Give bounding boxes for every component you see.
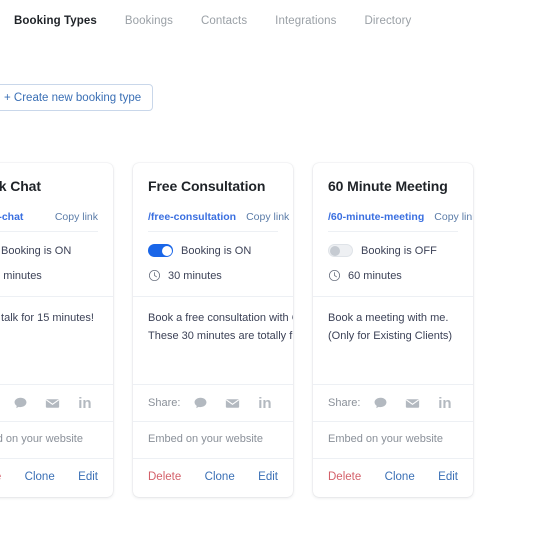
toggle-knob bbox=[330, 245, 340, 256]
embed-on-website-link[interactable]: Embed on your website bbox=[0, 422, 113, 458]
card-slug-row: /quick-chat Copy link bbox=[0, 211, 98, 232]
copy-link-button[interactable]: Copy link bbox=[55, 211, 98, 223]
facebook-icon[interactable]: f bbox=[288, 395, 293, 412]
card-description: Let us talk for 15 minutes! bbox=[0, 312, 94, 324]
card-description-line: (Only for Existing Clients) bbox=[328, 329, 453, 342]
card-description-line: Book a free consultation with Gaurav Tiw… bbox=[148, 312, 293, 324]
create-new-booking-type-button[interactable]: + Create new booking type bbox=[0, 84, 154, 111]
edit-button[interactable]: Edit bbox=[258, 471, 278, 483]
card-description: Book a free consultation with Gaurav Tiw… bbox=[133, 297, 293, 384]
chat-bubble-icon[interactable] bbox=[192, 395, 209, 412]
duration-row: 60 minutes bbox=[328, 269, 458, 296]
copy-link-button[interactable]: Copy link bbox=[246, 211, 289, 223]
duration-label: 15 minutes bbox=[0, 269, 42, 282]
duration-label: 30 minutes bbox=[168, 269, 222, 282]
embed-on-website-link[interactable]: Embed on your website bbox=[133, 422, 293, 458]
delete-button[interactable]: Delete bbox=[148, 471, 181, 483]
chat-bubble-icon[interactable] bbox=[12, 395, 29, 412]
tab-bookings[interactable]: Bookings bbox=[125, 15, 173, 27]
booking-enabled-toggle[interactable] bbox=[328, 244, 353, 257]
facebook-icon[interactable]: f bbox=[468, 395, 473, 412]
tab-integrations[interactable]: Integrations bbox=[275, 15, 336, 27]
booking-slug-link[interactable]: /free-consultation bbox=[148, 211, 236, 223]
card-slug-row: /60-minute-meeting Copy link bbox=[328, 211, 473, 232]
duration-row: 30 minutes bbox=[148, 269, 278, 296]
card-description-line: Book a meeting with me. bbox=[328, 312, 449, 324]
tab-booking-types[interactable]: Booking Types bbox=[14, 15, 97, 27]
booking-toggle-row: Booking is ON bbox=[148, 244, 278, 257]
chat-bubble-icon[interactable] bbox=[372, 395, 389, 412]
booking-type-card: 60 Minute Meeting /60-minute-meeting Cop… bbox=[313, 163, 473, 497]
clone-button[interactable]: Clone bbox=[385, 471, 415, 483]
facebook-icon[interactable]: f bbox=[108, 395, 113, 412]
envelope-icon[interactable] bbox=[44, 395, 61, 412]
card-actions-row: Delete Clone Edit bbox=[133, 459, 293, 497]
delete-button[interactable]: Delete bbox=[328, 471, 361, 483]
card-description-line: These 30 minutes are totally free. bbox=[148, 329, 293, 342]
card-title: Free Consultation bbox=[148, 178, 266, 194]
linkedin-icon[interactable]: in bbox=[256, 395, 273, 412]
booking-types-page: Booking Types Bookings Contacts Integrat… bbox=[0, 0, 550, 550]
booking-toggle-label: Booking is ON bbox=[181, 244, 252, 257]
booking-toggle-row: Booking is OFF bbox=[328, 244, 458, 257]
tab-contacts[interactable]: Contacts bbox=[201, 15, 247, 27]
card-header: Free Consultation /free-consultation Cop… bbox=[133, 163, 293, 296]
share-row: Share: in f bbox=[133, 385, 293, 421]
envelope-icon[interactable] bbox=[404, 395, 421, 412]
embed-on-website-link[interactable]: Embed on your website bbox=[313, 422, 473, 458]
clock-icon bbox=[328, 269, 341, 282]
card-header: 60 Minute Meeting /60-minute-meeting Cop… bbox=[313, 163, 473, 296]
booking-slug-link[interactable]: /60-minute-meeting bbox=[328, 211, 424, 223]
linkedin-icon[interactable]: in bbox=[76, 395, 93, 412]
edit-button[interactable]: Edit bbox=[78, 471, 98, 483]
delete-button[interactable]: Delete bbox=[0, 471, 1, 483]
card-header: Quick Chat /quick-chat Copy link Booking… bbox=[0, 163, 113, 296]
share-row: Share: in f bbox=[0, 385, 113, 421]
booking-slug-link[interactable]: /quick-chat bbox=[0, 211, 23, 223]
edit-button[interactable]: Edit bbox=[438, 471, 458, 483]
duration-label: 60 minutes bbox=[348, 269, 402, 282]
tab-directory[interactable]: Directory bbox=[364, 15, 411, 27]
card-slug-row: /free-consultation Copy link bbox=[148, 211, 289, 232]
card-actions-row: Delete Clone Edit bbox=[0, 459, 113, 497]
booking-toggle-label: Booking is OFF bbox=[361, 244, 437, 257]
card-title: 60 Minute Meeting bbox=[328, 178, 448, 194]
linkedin-icon[interactable]: in bbox=[436, 395, 453, 412]
card-title: Quick Chat bbox=[0, 178, 41, 194]
main-tabbar: Booking Types Bookings Contacts Integrat… bbox=[0, 0, 550, 42]
copy-link-button[interactable]: Copy link bbox=[434, 211, 473, 223]
booking-type-card-grid: Quick Chat /quick-chat Copy link Booking… bbox=[0, 163, 473, 497]
share-label: Share: bbox=[328, 397, 361, 409]
clock-icon bbox=[148, 269, 161, 282]
duration-row: 15 minutes bbox=[0, 269, 98, 296]
share-label: Share: bbox=[148, 397, 181, 409]
clone-button[interactable]: Clone bbox=[25, 471, 55, 483]
booking-type-card: Quick Chat /quick-chat Copy link Booking… bbox=[0, 163, 113, 497]
booking-enabled-toggle[interactable] bbox=[148, 244, 173, 257]
envelope-icon[interactable] bbox=[224, 395, 241, 412]
toggle-knob bbox=[161, 245, 172, 256]
card-actions-row: Delete Clone Edit bbox=[313, 459, 473, 497]
card-description: Book a meeting with me. (Only for Existi… bbox=[313, 297, 473, 384]
booking-toggle-row: Booking is ON bbox=[0, 244, 98, 257]
booking-toggle-label: Booking is ON bbox=[1, 244, 72, 257]
share-row: Share: in f bbox=[313, 385, 473, 421]
clone-button[interactable]: Clone bbox=[205, 471, 235, 483]
booking-type-card: Free Consultation /free-consultation Cop… bbox=[133, 163, 293, 497]
